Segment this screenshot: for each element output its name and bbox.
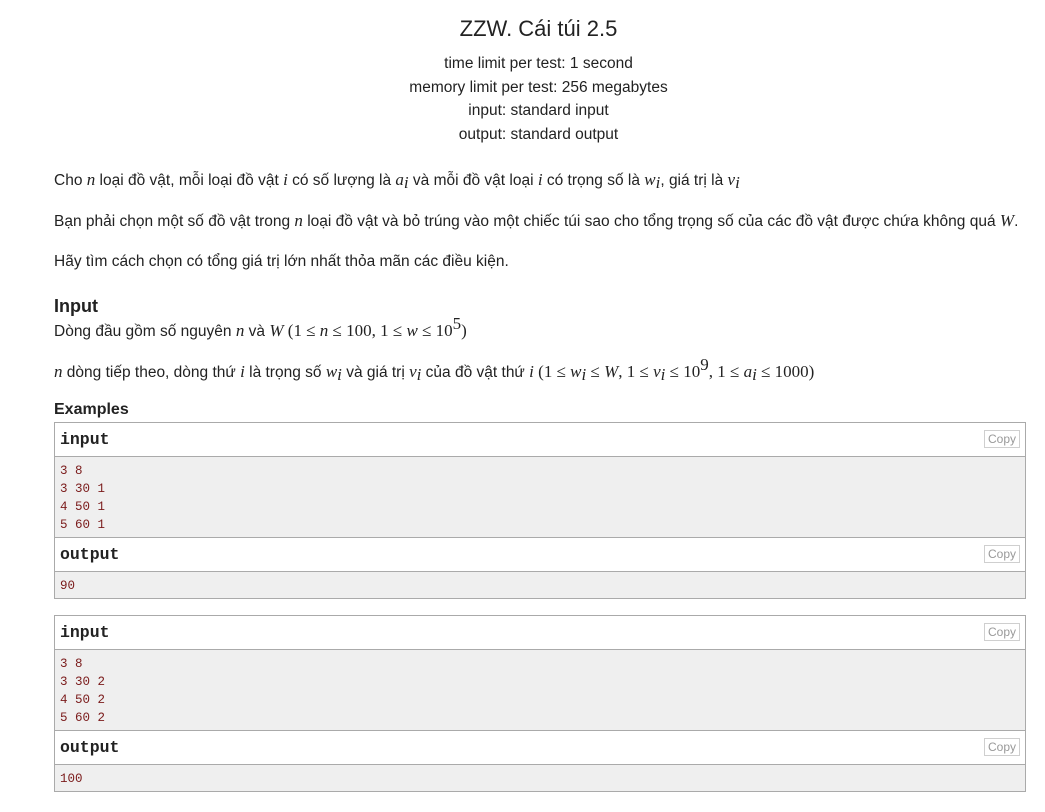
copy-button[interactable]: Copy [983,430,1020,448]
example-line: 3 30 2 [60,675,106,689]
math-W: W [269,321,284,340]
copy-button[interactable]: Copy [983,738,1020,756]
input-file: input: standard input [468,102,609,119]
problem-page: ZZW. Cái túi 2.5 time limit per test: 1 … [0,0,1045,812]
example-output-content: 100 [55,765,1025,791]
math-w: w [406,321,418,340]
examples-heading: Examples [54,401,129,418]
math-a: a [395,170,404,189]
statement-paragraph-3: Hãy tìm cách chọn có tổng giá trị lớn nh… [54,253,509,270]
text: loại đồ vật và bỏ trúng vào một chiếc tú… [302,213,1000,230]
math-n: n [54,362,63,381]
math-a: a [743,362,753,381]
text: của đồ vật thứ [421,364,530,381]
text: có trọng số là [542,172,645,189]
example-line: 90 [60,579,76,593]
output-file: output: standard output [458,125,619,143]
text: Cho [54,172,87,189]
text: dòng tiếp theo, dòng thứ [62,364,241,381]
math-constraint: ) [461,321,467,340]
math-constraint: , 1 ≤ [618,362,654,381]
example-output-label: output [60,738,120,757]
math-sub: i [735,173,740,192]
math-constraint: , 1 ≤ [708,362,744,381]
example-input-content: 3 8 3 30 1 4 50 1 5 60 1 [55,457,1025,537]
example-line: 3 8 [60,464,83,478]
text: Dòng đầu gồm số nguyên [54,323,236,340]
math-W: W [604,362,619,381]
time-limit: time limit per test: 1 second [444,55,633,72]
memory-limit: memory limit per test: 256 megabytes [409,78,668,96]
example-output-header: output Copy [55,537,1025,572]
example-line: 5 60 1 [60,518,106,532]
math-i: i [529,362,534,381]
input-line-2: n dòng tiếp theo, dòng thứ i là trọng số… [54,356,1026,385]
text: có số lượng là [287,172,396,189]
input-heading: Input [54,296,98,316]
math-constraint: ≤ 1000) [756,362,815,381]
math-v: v [653,362,661,381]
example-line: 4 50 2 [60,693,106,707]
example-input-content: 3 8 3 30 2 4 50 2 5 60 2 [55,650,1025,730]
example-output-header: output Copy [55,730,1025,765]
example-line: 3 30 1 [60,482,106,496]
text: là trọng số [244,364,326,381]
text: và [244,323,270,340]
problem-body: Cho n loại đồ vật, mỗi loại đồ vật i có … [54,168,1026,808]
example-line: 4 50 1 [60,500,106,514]
example-line: 100 [60,772,83,786]
math-W: W [999,211,1015,230]
problem-header: ZZW. Cái túi 2.5 time limit per test: 1 … [0,16,1045,146]
statement-paragraph-1: Cho n loại đồ vật, mỗi loại đồ vật i có … [54,168,1026,193]
example-output-content: 90 [55,572,1025,598]
math-exponent: 9 [700,355,709,374]
text: , giá trị là [660,172,728,189]
example-1: input Copy 3 8 3 30 1 4 50 1 5 60 1 outp… [54,422,1026,599]
example-input-label: input [60,430,110,449]
math-constraint: (1 ≤ [287,321,320,340]
math-constraint: (1 ≤ [538,362,571,381]
math-w: w [325,362,338,381]
example-input-header: input Copy [55,616,1025,650]
text: loại đồ vật, mỗi loại đồ vật [95,172,284,189]
math-n: n [294,211,303,230]
statement-paragraph-2: Bạn phải chọn một số đồ vật trong n loại… [54,209,1026,234]
example-input-header: input Copy [55,423,1025,457]
math-constraint: ≤ 100, 1 ≤ [328,321,407,340]
text: Bạn phải chọn một số đồ vật trong [54,213,295,230]
input-line-1: Dòng đầu gồm số nguyên n và W (1 ≤ n ≤ 1… [54,315,1026,344]
example-input-label: input [60,623,110,642]
math-constraint: ≤ 10 [665,362,701,381]
example-line: 3 8 [60,657,83,671]
problem-title: ZZW. Cái túi 2.5 [459,16,618,41]
example-line: 5 60 2 [60,711,106,725]
copy-button[interactable]: Copy [983,545,1020,563]
math-v: v [727,170,736,189]
text: và giá trị [341,364,410,381]
math-constraint: ≤ 10 [417,321,453,340]
example-2: input Copy 3 8 3 30 2 4 50 2 5 60 2 outp… [54,615,1026,792]
math-constraint: ≤ [586,362,605,381]
math-v: v [409,362,417,381]
text: . [1014,213,1019,230]
math-n: n [86,170,96,189]
math-w: w [644,170,656,189]
math-w: w [570,362,582,381]
text: và mỗi đồ vật loại [408,172,538,189]
math-exponent: 5 [452,314,462,333]
example-output-label: output [60,545,120,564]
copy-button[interactable]: Copy [983,623,1020,641]
